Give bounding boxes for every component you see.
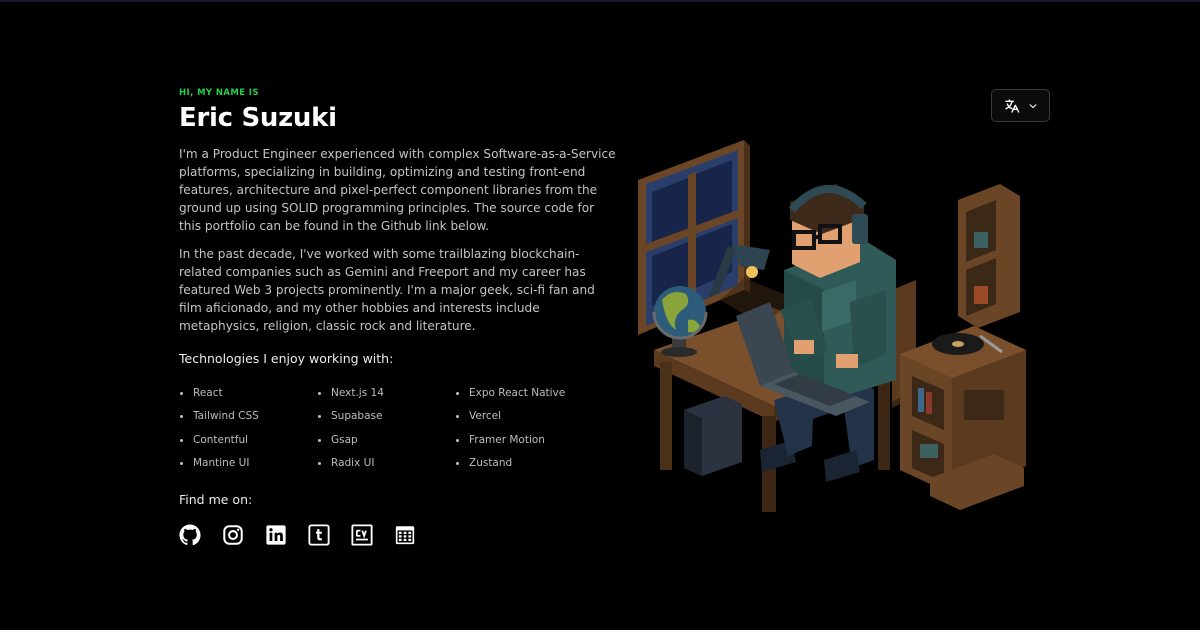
tumblr-icon[interactable] <box>308 524 330 546</box>
find-me-title: Find me on: <box>179 492 253 507</box>
chevron-down-icon <box>1028 101 1038 111</box>
tech-item: Gsap <box>317 431 455 449</box>
cv-icon[interactable] <box>351 524 373 546</box>
tech-item: Contentful <box>179 431 317 449</box>
calendar-icon[interactable] <box>394 524 416 546</box>
tech-item: React <box>179 384 317 402</box>
top-border <box>0 0 1200 2</box>
tech-item: Radix UI <box>317 454 455 472</box>
tech-item: Vercel <box>455 407 593 425</box>
tech-item: Next.js 14 <box>317 384 455 402</box>
hero-eyebrow: HI, MY NAME IS <box>179 88 259 98</box>
github-icon[interactable] <box>179 524 201 546</box>
translate-icon <box>1004 98 1020 114</box>
hero-section: HI, MY NAME IS Eric Suzuki I'm a Product… <box>179 88 619 546</box>
tech-item: Zustand <box>455 454 593 472</box>
language-selector-button[interactable] <box>991 89 1050 122</box>
tech-item: Framer Motion <box>455 431 593 449</box>
technologies-list: React Next.js 14 Expo React Native Tailw… <box>179 384 599 472</box>
hero-name: Eric Suzuki <box>179 103 337 133</box>
voxel-developer-illustration <box>624 140 1034 512</box>
bio-paragraph-1: I'm a Product Engineer experienced with … <box>179 147 616 233</box>
bio-paragraph-2: In the past decade, I've worked with som… <box>179 247 595 333</box>
instagram-icon[interactable] <box>222 524 244 546</box>
tech-item: Expo React Native <box>455 384 593 402</box>
tech-item: Mantine UI <box>179 454 317 472</box>
technologies-title: Technologies I enjoy working with: <box>179 351 394 366</box>
linkedin-icon[interactable] <box>265 524 287 546</box>
tech-item: Supabase <box>317 407 455 425</box>
social-links <box>179 524 416 546</box>
tech-item: Tailwind CSS <box>179 407 317 425</box>
